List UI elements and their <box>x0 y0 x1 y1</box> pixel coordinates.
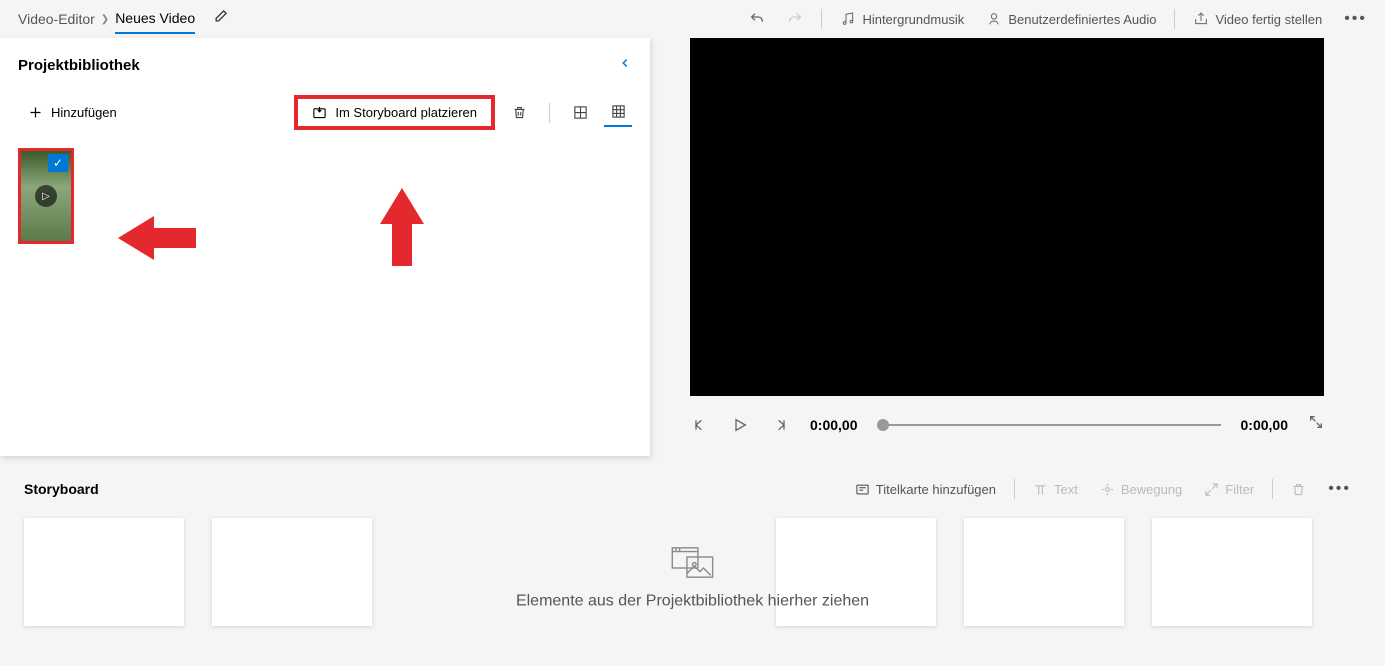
edit-icon[interactable] <box>213 9 228 29</box>
annotation-arrow-up <box>380 188 424 266</box>
bg-music-label: Hintergrundmusik <box>862 12 964 27</box>
storyboard-title: Storyboard <box>24 481 99 497</box>
top-toolbar: Video-Editor ❯ Neues Video Hintergrundmu… <box>0 0 1385 38</box>
storyboard-slot[interactable] <box>1152 518 1312 626</box>
play-icon: ▷ <box>35 185 57 207</box>
chevron-right-icon: ❯ <box>101 14 109 25</box>
undo-button[interactable] <box>739 7 775 31</box>
time-current: 0:00,00 <box>810 417 857 433</box>
preview-panel: 0:00,00 0:00,00 <box>690 38 1385 456</box>
fullscreen-button[interactable] <box>1308 414 1324 435</box>
motion-label: Bewegung <box>1121 482 1182 497</box>
add-button[interactable]: Hinzufügen <box>18 99 127 126</box>
finish-video-label: Video fertig stellen <box>1215 12 1322 27</box>
storyboard-drop-zone[interactable]: Elemente aus der Projektbibliothek hierh… <box>24 518 1361 638</box>
custom-audio-label: Benutzerdefiniertes Audio <box>1008 12 1156 27</box>
breadcrumb-app[interactable]: Video-Editor <box>18 11 95 27</box>
text-label: Text <box>1054 482 1078 497</box>
separator <box>821 9 822 29</box>
bg-music-button[interactable]: Hintergrundmusik <box>830 7 974 31</box>
time-total: 0:00,00 <box>1241 417 1288 433</box>
player-controls: 0:00,00 0:00,00 <box>690 414 1324 435</box>
play-button[interactable] <box>730 415 750 435</box>
place-label: Im Storyboard platzieren <box>335 105 477 120</box>
separator <box>1174 9 1175 29</box>
place-storyboard-button[interactable]: Im Storyboard platzieren <box>294 95 495 130</box>
filter-label: Filter <box>1225 482 1254 497</box>
top-actions: Hintergrundmusik Benutzerdefiniertes Aud… <box>739 6 1377 32</box>
preview-canvas <box>690 38 1324 396</box>
storyboard-slot[interactable] <box>776 518 936 626</box>
library-title: Projektbibliothek <box>18 57 140 74</box>
finish-video-button[interactable]: Video fertig stellen <box>1183 7 1332 31</box>
add-label: Hinzufügen <box>51 105 117 120</box>
breadcrumb-title[interactable]: Neues Video <box>115 10 195 34</box>
delete-button[interactable] <box>505 99 533 127</box>
redo-button[interactable] <box>777 7 813 31</box>
storyboard-slot[interactable] <box>24 518 184 626</box>
media-thumbnail[interactable]: ✓ ▷ <box>18 148 74 244</box>
storyboard-delete-button[interactable] <box>1281 478 1316 501</box>
grid-large-button[interactable] <box>566 99 594 127</box>
prev-frame-button[interactable] <box>690 415 710 435</box>
annotation-arrow-left <box>118 216 196 260</box>
grid-small-button[interactable] <box>604 99 632 127</box>
storyboard-panel: Storyboard Titelkarte hinzufügen Text Be… <box>0 476 1385 638</box>
titlecard-label: Titelkarte hinzufügen <box>876 482 996 497</box>
separator <box>549 103 550 123</box>
collapse-library-button[interactable] <box>618 56 632 75</box>
separator <box>1014 479 1015 499</box>
filter-button[interactable]: Filter <box>1194 478 1264 501</box>
selected-check-icon: ✓ <box>48 154 68 172</box>
custom-audio-button[interactable]: Benutzerdefiniertes Audio <box>976 7 1166 31</box>
titlecard-button[interactable]: Titelkarte hinzufügen <box>845 478 1006 501</box>
storyboard-slot[interactable] <box>212 518 372 626</box>
more-button[interactable]: ••• <box>1334 6 1377 32</box>
text-button[interactable]: Text <box>1023 478 1088 501</box>
separator <box>1272 479 1273 499</box>
next-frame-button[interactable] <box>770 415 790 435</box>
storyboard-slot[interactable] <box>964 518 1124 626</box>
project-library-panel: Projektbibliothek Hinzufügen Im Storyboa… <box>0 38 650 456</box>
timeline-scrubber[interactable] <box>877 424 1220 426</box>
motion-button[interactable]: Bewegung <box>1090 478 1192 501</box>
storyboard-more-button[interactable]: ••• <box>1318 476 1361 502</box>
breadcrumb: Video-Editor ❯ Neues Video <box>8 4 228 34</box>
